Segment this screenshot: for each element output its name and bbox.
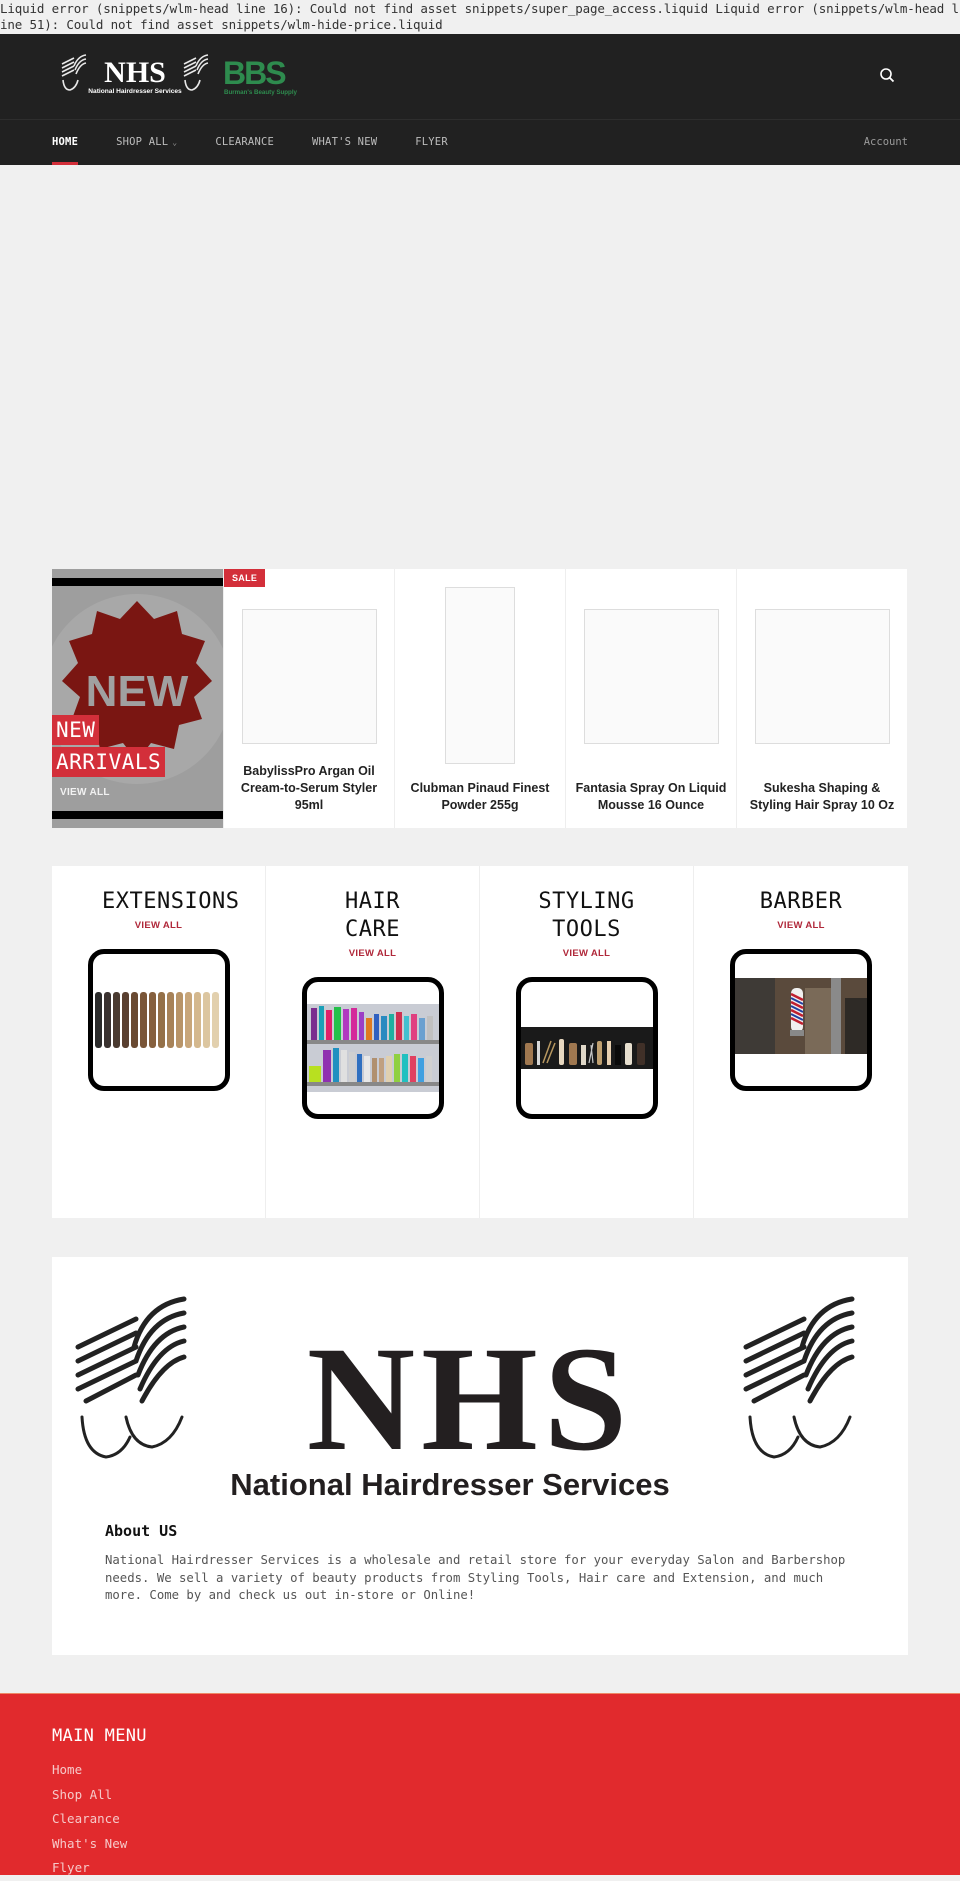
product-name: Fantasia Spray On Liquid Mousse 16 Ounce [575, 781, 727, 812]
nav-label: CLEARANCE [215, 136, 275, 148]
footer-menu-heading: MAIN MENU [52, 1726, 147, 1746]
product-image [755, 609, 890, 744]
product-name: BabylissPro Argan Oil Cream-to-Serum Sty… [240, 764, 378, 812]
nav-label: WHAT'S NEW [312, 136, 378, 148]
footer-link-shop-all[interactable]: Shop All [52, 1783, 127, 1808]
product-name: Clubman Pinaud Finest Powder 255g [410, 781, 550, 812]
svg-text:NEW: NEW [86, 667, 189, 716]
about-body: National Hairdresser Services is a whole… [105, 1553, 846, 1602]
view-all-link[interactable]: VIEW ALL [480, 948, 693, 959]
product-image [584, 609, 719, 744]
nhs-logo[interactable]: NHS National Hairdresser Services [58, 52, 213, 100]
about-section: NHS National Hairdresser Services About … [52, 1257, 908, 1655]
nhs-large-logo: NHS National Hairdresser Services [75, 1296, 855, 1497]
category-extensions[interactable]: EXTENSIONS VIEW ALL [52, 866, 266, 1218]
featured-products: NEW NEW ARRIVALS VIEW ALL SALE BabylissP… [52, 569, 908, 828]
bbs-logo-graphic: BBS Burman's Beauty Supply [223, 55, 298, 96]
image-bar [52, 811, 223, 819]
hair-care-shelf-image [306, 1004, 439, 1092]
nav-item-shop-all[interactable]: SHOP ALL ⌄ [116, 120, 177, 165]
search-button[interactable] [878, 66, 898, 86]
svg-text:NHS: NHS [104, 56, 166, 89]
nhs-logo-graphic: NHS National Hairdresser Services [61, 54, 209, 95]
logo-group[interactable]: NHS National Hairdresser Services BBS Bu… [58, 51, 305, 101]
category-barber[interactable]: BARBER VIEW ALL [694, 866, 908, 1218]
category-title: EXTENSIONS [102, 889, 240, 914]
site-footer: MAIN MENU Home Shop All Clearance What's… [0, 1693, 960, 1875]
nav-label: HOME [52, 136, 79, 148]
category-image [730, 949, 872, 1091]
new-arrivals-tile[interactable]: NEW NEW ARRIVALS VIEW ALL [52, 569, 223, 828]
svg-text:Burman's Beauty Supply: Burman's Beauty Supply [224, 89, 298, 96]
svg-text:National Hairdresser Services: National Hairdresser Services [88, 88, 182, 95]
product-card[interactable]: Clubman Pinaud Finest Powder 255g [394, 569, 565, 828]
new-arrivals-title: NEW ARRIVALS [52, 715, 166, 779]
footer-link-clearance[interactable]: Clearance [52, 1807, 127, 1832]
main-nav: HOME SHOP ALL ⌄ CLEARANCE WHAT'S NEW FLYE… [0, 120, 960, 165]
title-line: NEW [52, 715, 100, 745]
view-all-link[interactable]: VIEW ALL [266, 948, 479, 959]
account-link[interactable]: Account [864, 120, 908, 165]
category-hair-care[interactable]: HAIR CARE VIEW ALL [266, 866, 480, 1218]
barber-pole-image [735, 978, 867, 1054]
svg-text:National Hairdresser Services: National Hairdresser Services [230, 1467, 669, 1497]
image-bar [52, 578, 223, 586]
category-image [301, 977, 444, 1119]
product-image [445, 587, 515, 764]
hair-extensions-image [94, 992, 219, 1048]
category-image [87, 949, 230, 1091]
view-all-link[interactable]: VIEW ALL [52, 920, 265, 931]
bbs-logo[interactable]: BBS Burman's Beauty Supply [223, 52, 305, 100]
nav-item-whats-new[interactable]: WHAT'S NEW [312, 120, 377, 165]
liquid-error-message: Liquid error (snippets/wlm-head line 16)… [0, 0, 960, 34]
about-heading: About US [105, 1522, 178, 1540]
footer-link-whats-new[interactable]: What's New [52, 1832, 127, 1857]
view-all-link[interactable]: VIEW ALL [694, 920, 908, 931]
nav-item-clearance[interactable]: CLEARANCE [215, 120, 274, 165]
category-styling-tools[interactable]: STYLING TOOLS VIEW ALL [480, 866, 694, 1218]
product-card[interactable]: Fantasia Spray On Liquid Mousse 16 Ounce [565, 569, 736, 828]
search-icon [880, 68, 895, 83]
product-card[interactable]: Sukesha Shaping & Styling Hair Spray 10 … [736, 569, 907, 828]
site-header: NHS National Hairdresser Services BBS Bu… [0, 34, 960, 120]
product-card[interactable]: SALE BabylissPro Argan Oil Cream-to-Seru… [223, 569, 394, 828]
nav-label: FLYER [415, 136, 448, 148]
nav-item-flyer[interactable]: FLYER [415, 120, 448, 165]
category-image [515, 977, 658, 1119]
category-title: HAIR CARE [345, 889, 400, 942]
category-title: BARBER [759, 889, 843, 914]
chevron-down-icon: ⌄ [172, 138, 178, 147]
category-grid: EXTENSIONS VIEW ALL HAIR CARE VIEW ALL S… [52, 866, 908, 1218]
footer-menu: Home Shop All Clearance What's New Flyer [52, 1758, 127, 1881]
styling-tools-image [520, 1027, 653, 1069]
footer-link-home[interactable]: Home [52, 1758, 127, 1783]
title-line: ARRIVALS [52, 747, 166, 777]
nav-item-home[interactable]: HOME [52, 120, 79, 165]
product-name: Sukesha Shaping & Styling Hair Spray 10 … [749, 781, 895, 812]
product-image [242, 609, 377, 744]
new-arrivals-view-all-link[interactable]: VIEW ALL [60, 787, 110, 798]
svg-text:NHS: NHS [307, 1316, 633, 1482]
svg-text:BBS: BBS [223, 55, 286, 91]
sale-badge: SALE [224, 569, 266, 587]
category-title: STYLING TOOLS [538, 889, 635, 942]
footer-link-flyer[interactable]: Flyer [52, 1856, 127, 1881]
nav-label: SHOP ALL [116, 136, 169, 148]
